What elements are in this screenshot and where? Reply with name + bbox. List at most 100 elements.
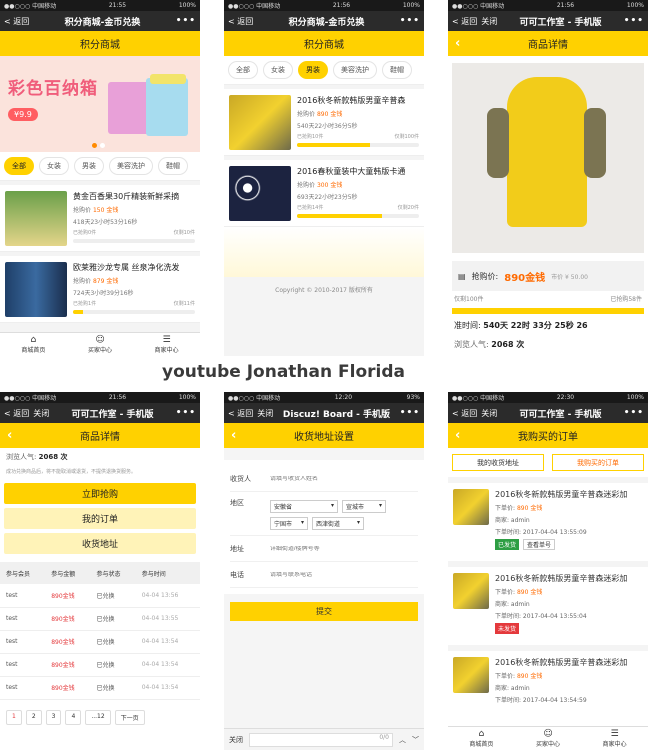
home-icon: ⌂ [30, 335, 37, 345]
title-bar: < 返回 积分商城-金币兑换 ••• [224, 11, 424, 31]
price-unit: 金钱 [330, 111, 343, 118]
city-select[interactable]: 宣城市 ▾ [342, 500, 386, 513]
promo-banner[interactable]: 彩色百纳箱 ¥9.9 [0, 56, 200, 152]
name-input[interactable] [270, 475, 418, 482]
chevron-down-icon[interactable]: ﹀ [412, 735, 419, 745]
chevron-left-icon[interactable]: ‹ [231, 428, 236, 443]
banner-price: ¥9.9 [8, 108, 38, 121]
table-header: 参与会员 参与金额 参与状态 参与时间 [0, 562, 200, 584]
tab-shoes[interactable]: 鞋帽 [158, 157, 188, 175]
more-icon[interactable]: ••• [624, 16, 644, 26]
tab-shoes[interactable]: 鞋帽 [382, 61, 412, 79]
more-icon[interactable]: ••• [400, 16, 420, 26]
more-icon[interactable]: ••• [176, 16, 196, 26]
more-icon[interactable]: ••• [624, 408, 644, 418]
nav-mall-home[interactable]: ⌂ 商城首页 [0, 333, 67, 356]
product-card[interactable]: 黄金百香果30斤精装新鲜采摘 抢购价 150 金钱 418天23小时53分16秒… [0, 185, 200, 252]
product-price: 抢购价 150 金钱 [73, 205, 195, 214]
address-button[interactable]: 收货地址 [4, 533, 196, 554]
tab-beauty[interactable]: 美容洗护 [333, 61, 377, 79]
cell-member: test [0, 653, 46, 677]
page-4[interactable]: 4 [65, 709, 82, 725]
close-keyboard-button[interactable]: 关闭 [229, 735, 243, 745]
street-select[interactable]: 西津街道 ▾ [312, 517, 364, 530]
chevron-left-icon[interactable]: ‹ [455, 36, 460, 51]
screen-mall-men: ●●○○○ 中国移动 21:56 100% < 返回 积分商城-金币兑换 ••• 积分商… [224, 0, 424, 356]
page-1[interactable]: 1 [6, 709, 22, 725]
tab-my-orders[interactable]: 我购买的订单 [552, 454, 644, 471]
view-tracking-button[interactable]: 查看单号 [523, 539, 556, 550]
tab-all[interactable]: 全部 [228, 61, 258, 79]
close-button[interactable]: 关闭 [33, 408, 49, 419]
phone-input[interactable] [270, 571, 418, 578]
product-card[interactable]: 欧莱雅沙龙专属 丝泉净化洗发 抢购价 879 金钱 724天3小时39分16秒 … [0, 256, 200, 323]
status-bar: ●●○○○ 中国移动 22:30 100% [448, 392, 648, 403]
back-button[interactable]: < 返回 [452, 408, 477, 419]
page-2[interactable]: 2 [25, 709, 42, 725]
product-card[interactable]: 2016秋冬新款韩版男童辛普森 抢购价 890 金钱 540天22小时36分5秒… [224, 89, 424, 156]
yellow-lid-image [150, 74, 186, 84]
back-button[interactable]: < 返回 [228, 408, 253, 419]
close-button[interactable]: 关闭 [481, 16, 497, 27]
carrier: ●●○○○ 中国移动 [228, 395, 281, 402]
nav-buyer-center[interactable]: ☺ 买家中心 [67, 333, 134, 356]
tab-beauty[interactable]: 美容洗护 [109, 157, 153, 175]
cell-amount: 890金钱 [45, 676, 91, 700]
order-card[interactable]: 2016秋冬新款韩版男童辛普森迷彩加 下单价: 890 金钱 商家: admin… [448, 483, 648, 561]
submit-button[interactable]: 提交 [230, 602, 418, 621]
price-value: 300 [316, 182, 329, 189]
chevron-up-icon[interactable]: ︿ [399, 735, 406, 745]
district-select[interactable]: 宁国市 ▾ [270, 517, 308, 530]
page-last[interactable]: ...12 [85, 709, 111, 725]
product-price: 抢购价 300 金钱 [297, 180, 419, 189]
carousel-dot-active[interactable] [92, 143, 97, 148]
product-price: 抢购价 879 金钱 [73, 276, 195, 285]
order-actions: 已发货 查看单号 [495, 539, 643, 550]
my-orders-button[interactable]: 我的订单 [4, 508, 196, 529]
nav-buyer-center[interactable]: ☺ 买家中心 [515, 727, 582, 750]
close-button[interactable]: 关闭 [481, 408, 497, 419]
tab-men[interactable]: 男装 [74, 157, 104, 175]
tab-women[interactable]: 女装 [39, 157, 69, 175]
nav-seller-center[interactable]: ☰ 商家中心 [133, 333, 200, 356]
back-button[interactable]: < 返回 [4, 408, 29, 419]
product-card[interactable]: 2016春秋童装中大童韩版卡通 抢购价 300 金钱 693天22小时23分5秒… [224, 160, 424, 227]
order-card[interactable]: 2016秋冬新款韩版男童辛普森迷彩加 下单价: 890 金钱 商家: admin… [448, 651, 648, 729]
product-price: 抢购价 890 金钱 [297, 109, 419, 118]
nav-mall-home[interactable]: ⌂ 商城首页 [448, 727, 515, 750]
next-page-button[interactable]: 下一页 [114, 709, 145, 725]
chevron-left-icon[interactable]: ‹ [455, 428, 460, 443]
district-value: 宁国市 [274, 521, 293, 528]
more-icon[interactable]: ••• [176, 408, 196, 418]
tab-men[interactable]: 男装 [298, 61, 328, 79]
page-title: 积分商城 [304, 40, 344, 51]
tab-women[interactable]: 女装 [263, 61, 293, 79]
more-icon[interactable]: ••• [400, 408, 420, 418]
carrier: ●●○○○ 中国移动 [4, 3, 57, 10]
sold-count: 已抢购0件 [73, 230, 97, 236]
copyright: Copyright © 2010-2017 版权所有 [275, 287, 373, 294]
battery: 100% [178, 394, 196, 401]
back-button[interactable]: < 返回 [228, 16, 253, 27]
address-input[interactable] [270, 545, 418, 552]
window-title: 积分商城-金币兑换 [288, 17, 365, 28]
tab-all[interactable]: 全部 [4, 157, 34, 175]
chevron-left-icon[interactable]: ‹ [7, 428, 12, 443]
carousel-dot[interactable] [100, 143, 105, 148]
window-title: 可可工作室 - 手机版 [519, 409, 602, 420]
back-button[interactable]: < 返回 [4, 16, 29, 27]
page-3[interactable]: 3 [45, 709, 62, 725]
clock: 12:20 [334, 394, 353, 401]
order-card[interactable]: 2016秋冬新款韩版男童辛普森迷彩加 下单价: 890 金钱 商家: admin… [448, 567, 648, 645]
buy-now-button[interactable]: 立即抢购 [4, 483, 196, 504]
close-button[interactable]: 关闭 [257, 408, 273, 419]
nav-seller-center[interactable]: ☰ 商家中心 [581, 727, 648, 750]
province-select[interactable]: 安徽省 ▾ [270, 500, 338, 513]
tab-my-address[interactable]: 我的收货地址 [452, 454, 544, 471]
clock: 22:30 [556, 394, 575, 401]
exchange-note: 成功兑换商品后，将不能取消或退货，不提供退换货服务。 [6, 469, 137, 475]
page-title: 收货地址设置 [294, 432, 354, 443]
price-box: ▤ 抢购价: 890金钱 市价 ¥ 50.00 [452, 261, 644, 291]
status-badge: 已发货 [495, 539, 520, 550]
back-button[interactable]: < 返回 [452, 16, 477, 27]
